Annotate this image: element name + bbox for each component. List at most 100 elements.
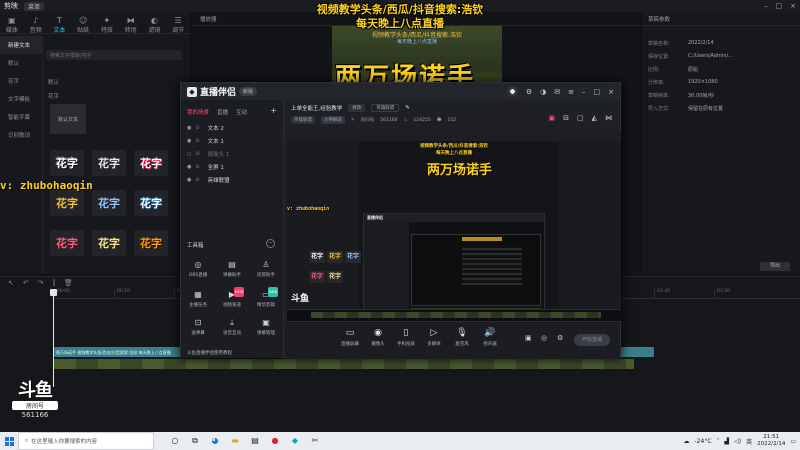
network-icon[interactable]: ▟ xyxy=(725,438,730,445)
tab-interact[interactable]: 互动 xyxy=(236,108,247,116)
record-icon[interactable]: ▣ xyxy=(525,334,532,342)
share-icon[interactable]: ⋈ xyxy=(605,114,612,122)
tag-chip[interactable]: 大神解说 xyxy=(321,116,345,124)
edit-icon[interactable]: ✎ xyxy=(405,105,410,111)
eye-off-icon[interactable]: ○ xyxy=(187,151,191,157)
capcut-icon[interactable]: ✂ xyxy=(310,436,320,446)
close-icon[interactable]: × xyxy=(608,88,614,96)
category-select[interactable]: 英雄联盟 xyxy=(371,104,400,112)
tool-admin[interactable]: ♙ 房管助手 xyxy=(251,260,281,278)
start-button[interactable] xyxy=(0,432,18,450)
weather-icon[interactable]: ☁ xyxy=(684,438,690,445)
video-track-clip[interactable] xyxy=(54,359,634,369)
cortana-icon[interactable]: ○ xyxy=(170,436,180,446)
category-new-text[interactable]: 新建文本 xyxy=(0,36,42,54)
category-auto-subtitle[interactable]: 智能字幕 xyxy=(0,108,42,126)
export-button[interactable]: 导出 xyxy=(760,262,790,271)
fancy-text-item[interactable]: 花字 xyxy=(50,190,84,216)
playhead[interactable] xyxy=(50,289,57,387)
fancy-text-item[interactable]: 花字 xyxy=(134,230,168,256)
more-icon[interactable]: ⋯ xyxy=(266,239,275,248)
category-lyrics[interactable]: 识别歌词 xyxy=(0,126,42,144)
edit-title-button[interactable]: 修改 xyxy=(348,104,366,112)
tab-my-scene[interactable]: 我的场景 xyxy=(187,108,209,116)
store-icon[interactable]: ▤ xyxy=(250,436,260,446)
volume-icon[interactable]: ◁) xyxy=(734,438,741,445)
split-icon[interactable]: ⫿ xyxy=(53,279,55,287)
fancy-text-item[interactable]: 花字 xyxy=(50,230,84,256)
text-search-input[interactable]: 搜索文字模板/花字 xyxy=(46,50,182,60)
tool-obs[interactable]: ◎ OBS直播 xyxy=(183,260,213,278)
tag-chip[interactable]: 英雄联盟 xyxy=(291,116,315,124)
add-source-icon[interactable]: + xyxy=(270,107,277,116)
tool-task[interactable]: ▦ 主播任务 xyxy=(183,290,213,308)
multimedia-button[interactable]: ▷ 多媒体 xyxy=(419,328,449,347)
layer-item[interactable]: ● ⊙ 文本 1 xyxy=(181,134,283,147)
stream-preview[interactable]: 视频教学头条/西瓜/抖音搜索:浩钦 每天晚上八点直播 两万场诺手 花字 花字 花… xyxy=(287,131,621,321)
tool-video[interactable]: ▶ NEW 视频速递 xyxy=(217,287,247,308)
fancy-text-item[interactable]: 花字 xyxy=(92,190,126,216)
app-icon[interactable]: ◆ xyxy=(290,436,300,446)
zb-version-badge[interactable]: 新版 xyxy=(239,87,258,96)
speaker-button[interactable]: 🔊 扬声器 xyxy=(475,328,505,347)
lock-icon[interactable]: ⊙ xyxy=(195,151,199,157)
notification-icon[interactable]: ▭ xyxy=(790,438,796,445)
tool-clip[interactable]: ▭ NEW 精华剪辑 xyxy=(251,287,281,308)
screen-capture-button[interactable]: ▭ 直播屏幕 xyxy=(335,328,365,347)
tab-live[interactable]: 直播 xyxy=(217,108,228,116)
tool-manage[interactable]: ▣ 弹幕管理 xyxy=(251,318,281,336)
tool-gift[interactable]: ⊡ 送弹幕 xyxy=(183,318,213,336)
redo-icon[interactable]: ↷ xyxy=(38,279,44,287)
edit-icon[interactable]: ✎ xyxy=(351,118,355,123)
douyu-app-icon[interactable]: ● xyxy=(270,436,280,446)
tool-voice[interactable]: ⤓ 语音互动 xyxy=(217,318,247,336)
task-view-icon[interactable]: ⧉ xyxy=(190,436,200,446)
lock-icon[interactable]: ⊟ xyxy=(563,114,569,122)
taskbar-search-input[interactable]: ⌕ 在这里输入你要搜索的内容 xyxy=(18,432,154,450)
tool-danmaku[interactable]: ▤ 弹幕助手 xyxy=(217,260,247,278)
lock-icon[interactable]: ⊙ xyxy=(195,125,199,131)
layer-item[interactable]: ○ ⊙ 摄像头 1 xyxy=(181,147,283,160)
eye-icon[interactable]: ● xyxy=(187,138,191,144)
fancy-text-item[interactable]: 花字 xyxy=(92,230,126,256)
undo-icon[interactable]: ↶ xyxy=(23,279,29,287)
fancy-text-item[interactable]: 花字 xyxy=(92,150,126,176)
layer-item[interactable]: ● ⊙ 全屏 1 xyxy=(181,160,283,173)
tutorial-link[interactable]: 斗鱼直播伴侣使用教程 xyxy=(187,350,232,356)
default-text-item[interactable]: 默认文本 xyxy=(50,104,86,134)
menu-icon[interactable]: ≡ xyxy=(568,88,574,96)
microphone-button[interactable]: 🎙 麦克风 xyxy=(447,328,477,347)
fancy-text-item[interactable]: 花字 xyxy=(134,150,168,176)
lock-icon[interactable]: ⊙ xyxy=(195,177,199,183)
layer-item[interactable]: ● ⊙ 文本 2 xyxy=(181,121,283,134)
bell-icon[interactable]: ◭ xyxy=(592,114,597,122)
category-template[interactable]: 文字模板 xyxy=(0,90,42,108)
weather-temp[interactable]: -24°C xyxy=(695,438,712,445)
minimize-icon[interactable]: – xyxy=(582,88,586,96)
start-live-button[interactable]: 开始直播 xyxy=(574,334,610,346)
clock[interactable]: 21:51 2022/2/14 xyxy=(757,434,785,448)
ime-indicator[interactable]: 英 xyxy=(746,437,752,446)
visibility-icon[interactable]: ◎ xyxy=(541,334,547,342)
eye-icon[interactable]: ● xyxy=(187,164,191,170)
screen-icon[interactable]: ▢ xyxy=(577,114,584,122)
category-fancy[interactable]: 花字 xyxy=(0,72,42,90)
fancy-text-item[interactable]: 花字 xyxy=(50,150,84,176)
edge-icon[interactable]: ◕ xyxy=(210,436,220,446)
lock-icon[interactable]: ⊙ xyxy=(195,164,199,170)
category-default[interactable]: 默认 xyxy=(0,54,42,72)
delete-icon[interactable]: 🗑 xyxy=(64,279,73,287)
eye-icon[interactable]: ● xyxy=(187,125,191,131)
phone-cast-button[interactable]: ▯ 手机投屏 xyxy=(391,328,421,347)
avatar[interactable] xyxy=(506,86,518,97)
layer-item[interactable]: ● ⊙ 英雄联盟 xyxy=(181,173,283,186)
maximize-icon[interactable]: □ xyxy=(594,88,601,96)
folder-icon[interactable]: ▬ xyxy=(230,436,240,446)
settings-icon[interactable]: ⚙ xyxy=(526,88,532,96)
select-icon[interactable]: ↖ xyxy=(8,279,14,287)
gift-box-icon[interactable]: ▣ xyxy=(548,114,555,122)
settings-icon[interactable]: ⚙ xyxy=(557,334,563,342)
fancy-text-item[interactable]: 花字 xyxy=(134,190,168,216)
eye-icon[interactable]: ● xyxy=(187,177,191,183)
lock-icon[interactable]: ⊙ xyxy=(195,138,199,144)
